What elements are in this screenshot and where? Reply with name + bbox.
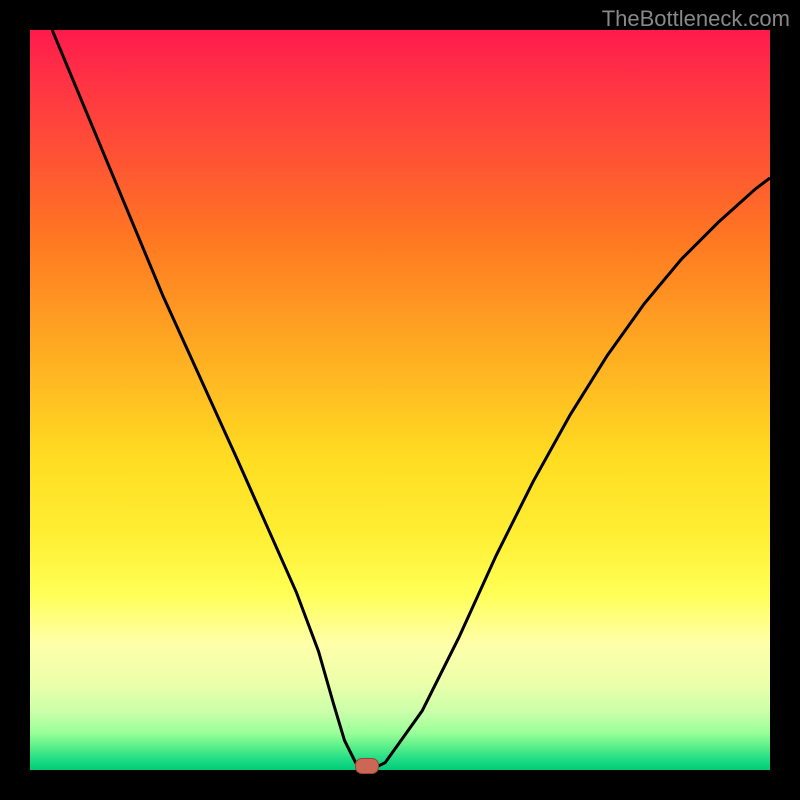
optimal-point-marker (355, 758, 379, 774)
chart-container: TheBottleneck.com (0, 0, 800, 800)
watermark-text: TheBottleneck.com (602, 6, 790, 32)
plot-area (30, 30, 770, 770)
bottleneck-curve (30, 30, 770, 770)
